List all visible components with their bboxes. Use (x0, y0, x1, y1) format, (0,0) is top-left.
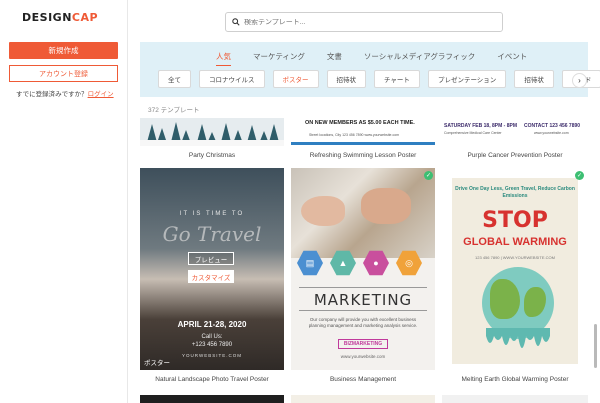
document-icon: ▤ (297, 250, 323, 276)
tab-social-media-graphics[interactable]: ソーシャルメディアグラフィック (364, 51, 475, 66)
premium-badge-icon: ✓ (575, 171, 584, 180)
search-input[interactable] (244, 18, 484, 26)
poster-phone: +123 456 7890 (191, 342, 233, 348)
tab-popular[interactable]: 人気 (216, 51, 231, 66)
category-bar: 人気 マーケティング 文書 ソーシャルメディアグラフィック イベント 全て コロ… (140, 42, 600, 97)
poster-tag: BIZMARKETING (338, 339, 388, 349)
template-caption[interactable]: Business Management (291, 376, 435, 383)
template-caption[interactable]: Party Christmas (140, 152, 284, 159)
poster-type-tag: ポスター (144, 360, 170, 367)
chip-poster[interactable]: ポスター (272, 70, 319, 88)
app-root: DESIGNCAP 新規作成 アカウント登録 すでに登録済みですか？ログイン 人… (0, 0, 600, 403)
template-thumb-party-christmas[interactable] (140, 118, 284, 146)
poster-date: APRIL 21-28, 2020 (177, 320, 247, 329)
poster-snippet-left2: Comprehensive Medical Care Center (444, 131, 502, 135)
register-account-button[interactable]: アカウント登録 (9, 65, 118, 82)
logo[interactable]: DESIGNCAP (22, 11, 98, 24)
poster-bottom-stripe (291, 142, 435, 145)
template-caption[interactable]: Natural Landscape Photo Travel Poster (140, 376, 284, 383)
template-caption[interactable]: Purple Cancer Prevention Poster (442, 152, 588, 159)
poster-kicker: IT IS TIME TO (179, 211, 245, 217)
scrollbar[interactable] (594, 324, 597, 368)
template-thumb-marketing[interactable]: ▤ ▲ ● ◎ MARKETING Our company will provi… (291, 168, 435, 370)
divider (299, 287, 427, 288)
customize-button[interactable]: カスタマイズ (188, 270, 234, 283)
template-thumb-global-warming[interactable]: Drive One Day Less, Green Travel, Reduce… (446, 172, 584, 370)
chevron-right-icon[interactable]: › (572, 73, 587, 88)
template-thumb-swimming[interactable]: ON NEW MEMBERS AS $5.00 EACH TIME. Stree… (291, 118, 435, 146)
team-icon: ● (363, 250, 389, 276)
poster-snippet-right2: www.yourwebsite.com (534, 131, 569, 135)
category-tabs: 人気 マーケティング 文書 ソーシャルメディアグラフィック イベント (216, 51, 549, 66)
poster-site: www.yourwebsite.com (340, 354, 386, 359)
poster-contact: 123 456 7890 | WWW.YOURWEBSITE.COM (475, 255, 555, 260)
chart-icon: ▲ (330, 250, 356, 276)
tab-marketing[interactable]: マーケティング (253, 51, 305, 66)
template-thumb-partial[interactable] (291, 395, 435, 403)
poster-stop: STOP (482, 208, 548, 233)
magnifier-icon: ◎ (396, 250, 422, 276)
sidebar: DESIGNCAP 新規作成 アカウント登録 すでに登録済みですか？ログイン (0, 0, 128, 403)
subcategory-chips: 全て コロナウイルス ポスター 招待状 チャート プレゼンテーション 招待状 カ… (158, 70, 600, 88)
logo-main: DESIGN (22, 11, 72, 24)
template-caption[interactable]: Refreshing Swimming Lesson Poster (291, 152, 435, 159)
chip-all[interactable]: 全て (158, 70, 191, 88)
divider (299, 310, 427, 311)
photo-hand (301, 196, 345, 226)
chip-chart[interactable]: チャート (374, 70, 420, 88)
login-prompt-text: すでに登録済みですか？ (16, 91, 88, 98)
photo-hand (361, 188, 411, 224)
melting-drip-illustration (486, 328, 550, 348)
template-count: 372 テンプレート (148, 107, 200, 114)
poster-headline: Go Travel (162, 222, 262, 246)
login-prompt: すでに登録済みですか？ログイン (16, 88, 114, 98)
earth-land (490, 279, 520, 319)
christmas-trees-illustration (140, 118, 284, 146)
login-link[interactable]: ログイン (88, 91, 114, 98)
chip-presentation[interactable]: プレゼンテーション (427, 70, 507, 88)
poster-snippet-top: ON NEW MEMBERS AS $5.00 EACH TIME. (305, 120, 415, 126)
template-thumb-partial[interactable] (140, 395, 284, 403)
logo-accent: CAP (71, 11, 99, 24)
search-icon (232, 18, 240, 26)
tab-events[interactable]: イベント (497, 51, 527, 66)
preview-button[interactable]: プレビュー (188, 252, 234, 265)
hex-icon-row: ▤ ▲ ● ◎ (297, 250, 429, 276)
meeting-photo (291, 168, 435, 258)
poster-description: Our company will provide you with excell… (308, 317, 418, 328)
poster-contact: Call Us: +123 456 7890 (140, 333, 284, 349)
chip-coronavirus[interactable]: コロナウイルス (199, 70, 265, 88)
poster-snippet-left: SATURDAY FEB 18, 8PM - 8PM (444, 123, 517, 129)
poster-headline: GLOBAL WARMING (463, 236, 567, 248)
poster-kicker: Drive One Day Less, Green Travel, Reduce… (455, 186, 575, 199)
poster-snippet-right: CONTACT 123 456 7890 (524, 123, 581, 129)
chip-invitation-2[interactable]: 招待状 (514, 70, 554, 88)
chip-invitation[interactable]: 招待状 (326, 70, 366, 88)
create-new-button[interactable]: 新規作成 (9, 42, 118, 59)
template-thumb-purple-cancer[interactable]: SATURDAY FEB 18, 8PM - 8PM Comprehensive… (442, 118, 588, 146)
search-bar[interactable] (225, 12, 503, 32)
template-caption[interactable]: Melting Earth Global Warming Poster (442, 376, 588, 383)
poster-headline: MARKETING (313, 291, 413, 309)
premium-badge-icon: ✓ (424, 171, 433, 180)
template-thumb-go-travel[interactable]: IT IS TIME TO Go Travel プレビュー カスタマイズ APR… (140, 168, 284, 370)
earth-land (524, 287, 546, 317)
template-thumb-partial[interactable] (442, 395, 588, 403)
tab-documents[interactable]: 文書 (327, 51, 342, 66)
poster-snippet-bottom: Street locations, City 123 456 7890 www.… (309, 133, 400, 137)
poster-call: Call Us: (201, 334, 223, 340)
